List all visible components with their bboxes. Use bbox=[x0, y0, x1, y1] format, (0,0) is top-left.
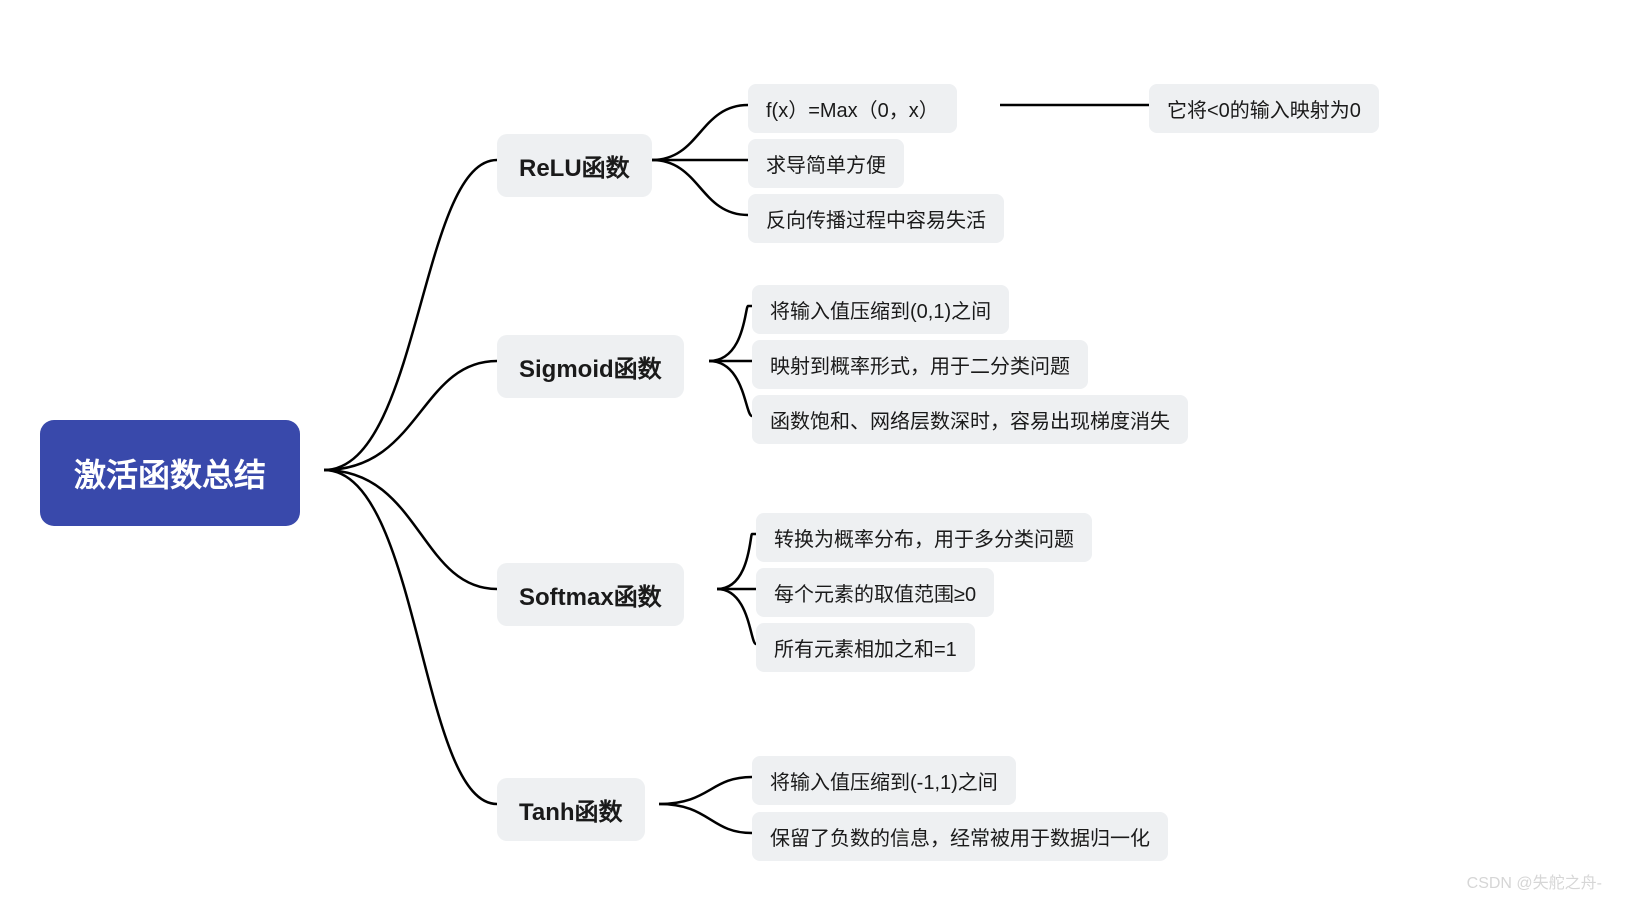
branch-relu[interactable]: ReLU函数 bbox=[497, 134, 652, 197]
leaf-text: 所有元素相加之和=1 bbox=[774, 633, 957, 662]
leaf-sigmoid-0[interactable]: 将输入值压缩到(0,1)之间 bbox=[752, 285, 1009, 334]
watermark-text: CSDN @失舵之舟- bbox=[1467, 875, 1602, 892]
branch-label: Softmax函数 bbox=[519, 577, 662, 612]
leaf-tanh-1[interactable]: 保留了负数的信息，经常被用于数据归一化 bbox=[752, 812, 1168, 861]
leaf-softmax-1[interactable]: 每个元素的取值范围≥0 bbox=[756, 568, 994, 617]
root-node[interactable]: 激活函数总结 bbox=[40, 420, 300, 526]
leaf-relu-0-extra[interactable]: 它将<0的输入映射为0 bbox=[1149, 84, 1379, 133]
leaf-text: 将输入值压缩到(-1,1)之间 bbox=[770, 766, 998, 795]
leaf-text: 函数饱和、网络层数深时，容易出现梯度消失 bbox=[770, 405, 1170, 434]
leaf-softmax-0[interactable]: 转换为概率分布，用于多分类问题 bbox=[756, 513, 1092, 562]
leaf-text: 反向传播过程中容易失活 bbox=[766, 204, 986, 233]
watermark: CSDN @失舵之舟- bbox=[1467, 869, 1602, 893]
leaf-text: 转换为概率分布，用于多分类问题 bbox=[774, 523, 1074, 552]
leaf-sigmoid-2[interactable]: 函数饱和、网络层数深时，容易出现梯度消失 bbox=[752, 395, 1188, 444]
leaf-text: f(x）=Max（0，x） bbox=[766, 94, 939, 123]
leaf-text: 将输入值压缩到(0,1)之间 bbox=[770, 295, 991, 324]
branch-softmax[interactable]: Softmax函数 bbox=[497, 563, 684, 626]
leaf-text: 映射到概率形式，用于二分类问题 bbox=[770, 350, 1070, 379]
leaf-softmax-2[interactable]: 所有元素相加之和=1 bbox=[756, 623, 975, 672]
branch-tanh[interactable]: Tanh函数 bbox=[497, 778, 645, 841]
leaf-text: 每个元素的取值范围≥0 bbox=[774, 578, 976, 607]
leaf-relu-2[interactable]: 反向传播过程中容易失活 bbox=[748, 194, 1004, 243]
leaf-relu-1[interactable]: 求导简单方便 bbox=[748, 139, 904, 188]
branch-label: Tanh函数 bbox=[519, 792, 623, 827]
leaf-text: 求导简单方便 bbox=[766, 149, 886, 178]
branch-sigmoid[interactable]: Sigmoid函数 bbox=[497, 335, 684, 398]
leaf-relu-0[interactable]: f(x）=Max（0，x） bbox=[748, 84, 957, 133]
branch-label: ReLU函数 bbox=[519, 148, 630, 183]
leaf-text: 它将<0的输入映射为0 bbox=[1167, 94, 1361, 123]
branch-label: Sigmoid函数 bbox=[519, 349, 662, 384]
leaf-text: 保留了负数的信息，经常被用于数据归一化 bbox=[770, 822, 1150, 851]
root-title: 激活函数总结 bbox=[74, 450, 266, 496]
leaf-tanh-0[interactable]: 将输入值压缩到(-1,1)之间 bbox=[752, 756, 1016, 805]
leaf-sigmoid-1[interactable]: 映射到概率形式，用于二分类问题 bbox=[752, 340, 1088, 389]
